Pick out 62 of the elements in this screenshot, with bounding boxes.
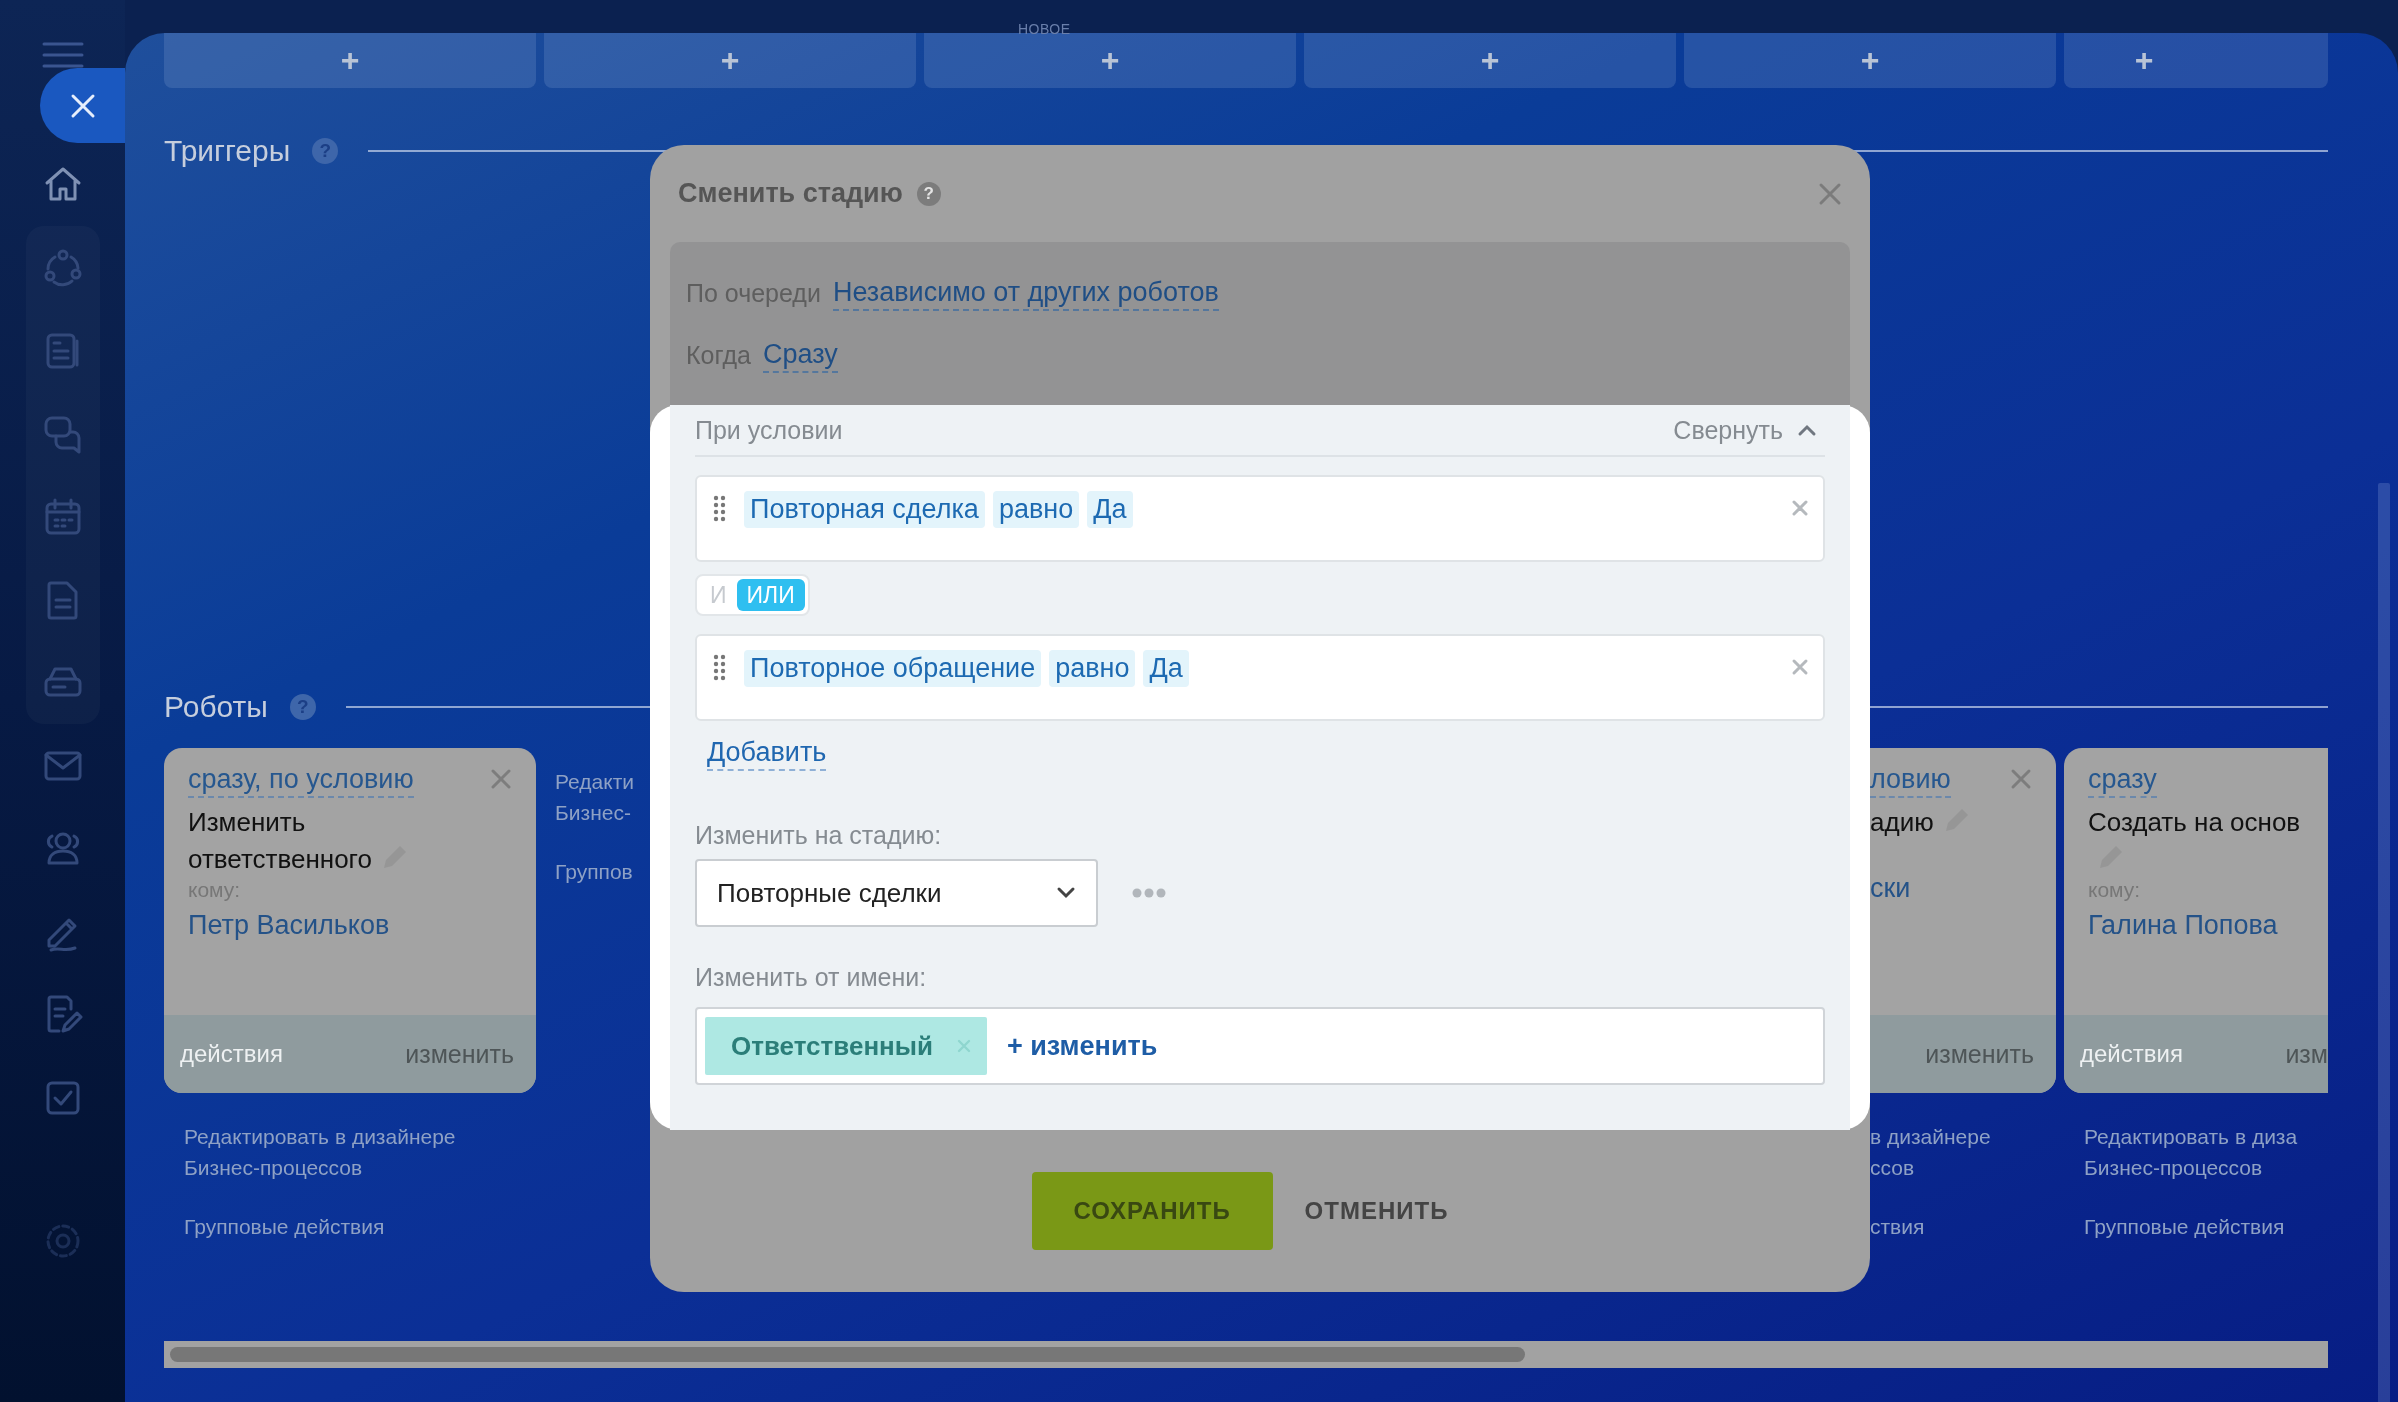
add-link[interactable]: Добавить	[707, 735, 827, 771]
link[interactable]: Групповые действия	[164, 1211, 536, 1242]
link[interactable]: Редактировать в диза Бизнес-процессов	[2064, 1121, 2328, 1183]
section-label: При условии	[695, 415, 843, 445]
recipient-name[interactable]: Петр Васильков	[188, 910, 512, 941]
edit-link[interactable]: изменить	[405, 1039, 514, 1069]
condition-field[interactable]: Повторная сделка	[744, 491, 985, 528]
add-stage-button[interactable]: +	[1684, 33, 2056, 88]
recipient-name[interactable]: ски	[1870, 873, 2032, 904]
condition-operator[interactable]: равно	[1049, 650, 1136, 687]
add-stage-button[interactable]: +	[1304, 33, 1676, 88]
field-label: Изменить на стадию:	[695, 820, 943, 851]
condition-value[interactable]: Да	[1143, 650, 1189, 687]
collapse-button[interactable]: Свернуть	[1673, 415, 1825, 445]
condition-value[interactable]: Да	[1087, 491, 1133, 528]
more-icon[interactable]	[1132, 888, 1166, 898]
drag-handle-icon[interactable]	[713, 654, 726, 681]
action-title: Изменить ответственного	[188, 807, 372, 874]
add-stage-button[interactable]: +	[544, 33, 916, 88]
link[interactable]: Редактировать в дизайнере Бизнес-процессов	[164, 1121, 536, 1183]
add-stage-button[interactable]: +	[164, 33, 536, 88]
link[interactable]: Групповые действия	[2064, 1211, 2328, 1242]
section-title: Триггеры	[164, 134, 291, 168]
close-icon[interactable]	[1791, 658, 1809, 676]
add-stage-button[interactable]: +	[924, 33, 1296, 88]
close-icon[interactable]	[1791, 499, 1809, 517]
cancel-button[interactable]: ОТМЕНИТЬ	[1294, 1172, 1459, 1250]
field-label: Изменить от имени:	[695, 962, 928, 993]
actions-link[interactable]: действия	[180, 1040, 283, 1068]
close-icon[interactable]	[1818, 181, 1842, 206]
horizontal-scrollbar[interactable]	[164, 1341, 2328, 1368]
user-tag[interactable]: Ответственный	[705, 1017, 987, 1075]
dialog-title: Сменить стадию	[678, 178, 903, 209]
close-icon[interactable]	[2010, 768, 2032, 790]
help-icon[interactable]: ?	[916, 181, 941, 206]
logic-option[interactable]: ИЛИ	[736, 579, 805, 611]
action-title: адию	[1870, 807, 1934, 837]
save-button[interactable]: СОХРАНИТЬ	[1031, 1172, 1273, 1250]
user-field[interactable]: Ответственный + изменить	[695, 1007, 1825, 1085]
edit-link[interactable]: изменить	[1925, 1039, 2034, 1069]
close-button[interactable]	[40, 68, 125, 143]
dropdown-link[interactable]: Независимо от других роботов	[832, 275, 1219, 311]
vertical-scrollbar[interactable]	[2378, 483, 2390, 1402]
remove-icon[interactable]	[957, 1039, 971, 1053]
chevron-down-icon	[1056, 886, 1076, 900]
close-icon[interactable]	[490, 768, 512, 790]
recipient-name[interactable]: Галина Попова	[2088, 910, 2304, 941]
stage-select[interactable]: Повторные сделки	[695, 859, 1098, 927]
section-title: Роботы	[164, 690, 268, 724]
condition-field[interactable]: Повторное обращение	[744, 650, 1042, 687]
change-link[interactable]: + изменить	[1007, 1030, 1158, 1062]
add-stage-button[interactable]: +	[2064, 33, 2328, 88]
action-title: Создать на основ	[2088, 807, 2301, 837]
trigger-link[interactable]: сразу, по условию	[188, 762, 414, 798]
drag-handle-icon[interactable]	[713, 495, 726, 522]
condition-operator[interactable]: равно	[992, 491, 1080, 528]
edit-link[interactable]: изм	[2285, 1039, 2328, 1069]
trigger-link[interactable]: сразу	[2088, 762, 2157, 798]
menu-icon[interactable]	[40, 40, 85, 70]
dropdown-link[interactable]: Сразу	[762, 337, 838, 373]
scrollbar-thumb[interactable]	[170, 1347, 1525, 1362]
actions-link[interactable]: действия	[2080, 1040, 2183, 1068]
